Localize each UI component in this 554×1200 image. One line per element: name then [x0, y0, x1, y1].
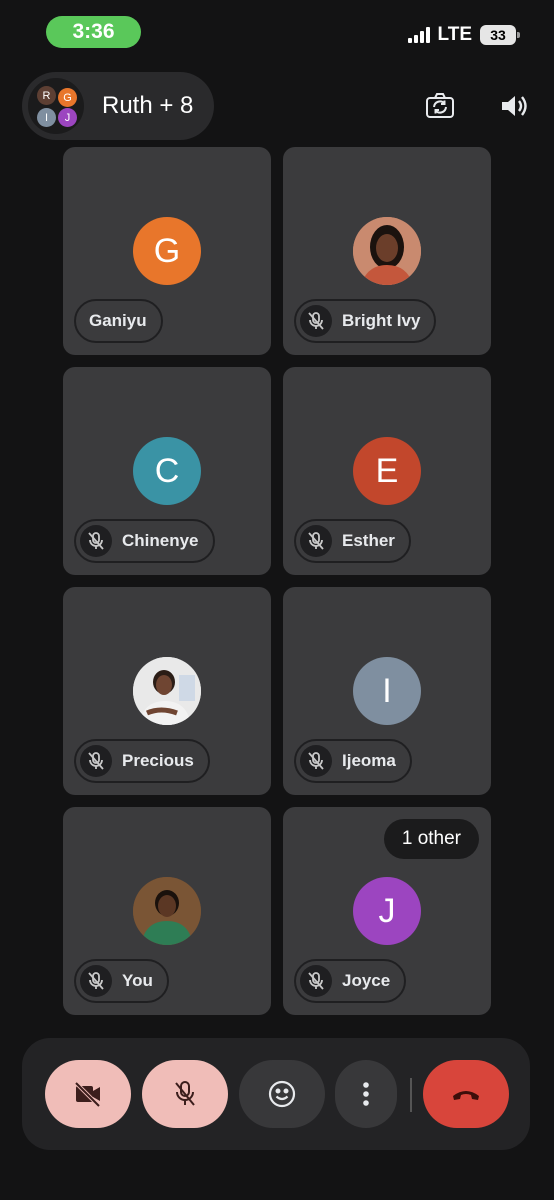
network-label: LTE	[437, 24, 472, 45]
participant-tile[interactable]: I Ijeoma	[283, 587, 491, 795]
participant-name: Ijeoma	[342, 751, 396, 770]
mic-toggle-button[interactable]	[142, 1060, 228, 1128]
other-participants-badge[interactable]: 1 other	[383, 819, 479, 859]
participant-avatar: G	[133, 217, 201, 285]
mini-avatar-g: G	[58, 88, 77, 107]
mic-off-icon	[80, 525, 112, 557]
battery-level: 33	[490, 27, 506, 43]
participant-tile[interactable]: E Esther	[283, 367, 491, 575]
status-indicators: LTE 33	[407, 24, 520, 46]
participant-name-pill: Precious	[74, 739, 210, 783]
participant-name: Ganiyu	[89, 311, 147, 330]
reactions-button[interactable]	[239, 1060, 325, 1128]
participant-name-pill: Ijeoma	[294, 739, 412, 783]
emoji-icon	[268, 1080, 296, 1108]
status-time: 3:36	[46, 16, 141, 48]
mic-off-icon	[80, 965, 112, 997]
avatar-stack: R G I J	[28, 78, 84, 134]
participant-name: Esther	[342, 531, 395, 550]
camera-off-icon	[74, 1081, 101, 1107]
more-vert-icon	[363, 1082, 369, 1106]
participant-name-pill: You	[74, 959, 169, 1003]
participant-name-pill: Bright Ivy	[294, 299, 437, 343]
participant-name: Joyce	[342, 971, 391, 990]
camera-toggle-button[interactable]	[45, 1060, 131, 1128]
mic-off-icon	[300, 745, 332, 777]
call-participants-pill[interactable]: R G I J Ruth + 8	[22, 72, 214, 140]
mic-off-icon	[175, 1081, 195, 1106]
mini-avatar-r: R	[37, 86, 56, 105]
mic-off-icon	[80, 745, 112, 777]
call-controls-bar	[22, 1038, 530, 1150]
participant-tile[interactable]: Bright Ivy	[283, 147, 491, 355]
mini-avatar-j: J	[58, 108, 77, 127]
participant-name-pill: Esther	[294, 519, 411, 563]
mic-off-icon	[300, 525, 332, 557]
participant-name-pill: Joyce	[294, 959, 407, 1003]
participant-tile[interactable]: Precious	[63, 587, 271, 795]
participant-tile[interactable]: You	[63, 807, 271, 1015]
camera-flip-icon[interactable]	[420, 86, 460, 126]
battery-icon: 33	[480, 25, 520, 45]
participant-avatar: J	[353, 877, 421, 945]
participant-avatar: I	[353, 657, 421, 725]
more-options-button[interactable]	[335, 1060, 397, 1128]
mini-avatar-i: I	[37, 108, 56, 127]
participant-tile[interactable]: G Ganiyu	[63, 147, 271, 355]
controls-divider	[410, 1078, 412, 1112]
participant-name: Chinenye	[122, 531, 199, 550]
signal-icon	[407, 27, 430, 43]
participant-tile[interactable]: 1 other J Joyce	[283, 807, 491, 1015]
hang-up-icon	[453, 1091, 479, 1100]
mic-off-icon	[300, 965, 332, 997]
participant-tile[interactable]: C Chinenye	[63, 367, 271, 575]
participant-photo	[353, 217, 421, 285]
participant-name-pill: Chinenye	[74, 519, 215, 563]
participant-avatar: E	[353, 437, 421, 505]
participant-photo	[133, 877, 201, 945]
participant-name: Bright Ivy	[342, 311, 421, 330]
participant-avatar: C	[133, 437, 201, 505]
hang-up-button[interactable]	[423, 1060, 509, 1128]
call-title: Ruth + 8	[102, 92, 194, 119]
participant-photo	[133, 657, 201, 725]
participant-name: Precious	[122, 751, 194, 770]
mic-off-icon	[300, 305, 332, 337]
participant-name: You	[122, 971, 153, 990]
speaker-icon[interactable]	[494, 86, 534, 126]
participant-name-pill: Ganiyu	[74, 299, 163, 343]
